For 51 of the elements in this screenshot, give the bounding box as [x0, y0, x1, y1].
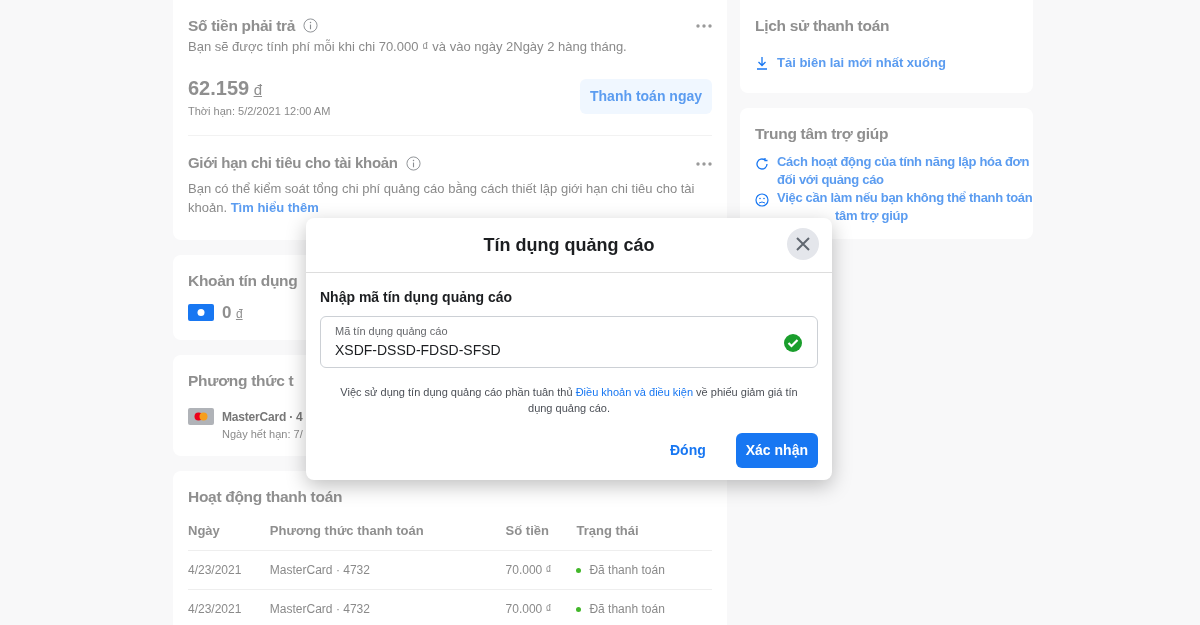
close-icon[interactable] — [787, 228, 819, 260]
help-link[interactable]: Cách hoạt động của tính năng lập hóa đơn đối với quảng cáo — [777, 153, 1031, 189]
credit-amount: 0 — [222, 303, 232, 322]
table-cell: 70.000 ₫ — [505, 563, 552, 577]
info-icon[interactable] — [303, 18, 319, 34]
currency-symbol: đ — [235, 307, 243, 321]
more-menu-icon[interactable] — [696, 23, 712, 28]
download-receipt-link[interactable]: Tải biên lai mới nhất xuống — [777, 53, 946, 73]
credit-code-field[interactable]: Mã tín dụng quảng cáo XSDF-DSSD-FDSD-SFSD — [320, 316, 818, 368]
billing-description: Bạn sẽ được tính phí mỗi khi chi 70.000 ₫ và vào ngày 2Ngày 2 hàng tháng. — [188, 38, 628, 57]
sad-face-icon — [755, 193, 769, 207]
info-icon[interactable] — [405, 156, 421, 171]
close-button[interactable]: Đóng — [664, 438, 712, 462]
terms-note: Việc sử dụng tín dụng quảng cáo phần tuân thủ Điều khoản và điều kiện về phiếu giảm giá tín dụng quảng cáo. — [339, 384, 799, 416]
dialog-title: Tín dụng quảng cáo — [483, 235, 655, 255]
currency-symbol: đ — [253, 80, 262, 98]
card-title: Số tiền phải trả — [188, 16, 296, 36]
column-header[interactable]: Trạng thái — [576, 522, 639, 538]
card-name: MasterCard · 4 — [222, 408, 303, 426]
help-link[interactable]: Việc cần làm nếu bạn không thể thanh toán — [777, 189, 1033, 207]
table-cell: MasterCard · 4732 — [269, 602, 370, 616]
help-link[interactable]: tâm trợ giúp — [835, 207, 908, 225]
table-cell: 4/23/2021 — [188, 563, 242, 577]
card-title: Phương thức t — [188, 370, 294, 391]
pay-now-button[interactable]: Thanh toán ngay — [580, 78, 712, 114]
confirm-button[interactable]: Xác nhận — [735, 432, 818, 468]
status-text: Đã thanh toán — [589, 563, 665, 577]
refresh-icon — [755, 157, 769, 171]
card-title: Khoản tín dụng — [188, 270, 298, 291]
card-title: Lịch sử thanh toán — [755, 16, 890, 36]
card-expiry: Ngày hết hạn: 7/ — [222, 426, 303, 442]
learn-more-link[interactable]: Tìm hiểu thêm — [230, 200, 319, 216]
terms-link[interactable]: Điều khoản và điều kiện — [575, 385, 694, 398]
spending-limit-description: Bạn có thể kiểm soát tổng chi phí quảng cáo bằng cách thiết lập giới hạn chi tiêu cho tài khoản. Tìm hiểu thêm — [188, 179, 696, 218]
due-date: Thời hạn: 5/2/2021 12:00 AM — [188, 103, 331, 119]
column-header[interactable]: Ngày — [188, 522, 220, 538]
column-header[interactable]: Phương thức thanh toán — [269, 522, 424, 538]
amount-due: 62.159 — [188, 76, 250, 99]
more-menu-icon[interactable] — [696, 161, 712, 166]
table-cell: 4/23/2021 — [188, 602, 242, 616]
card-title: Hoạt động thanh toán — [188, 487, 343, 508]
credit-card-icon — [188, 407, 214, 425]
card-title: Giới hạn chi tiêu cho tài khoản — [188, 153, 398, 174]
coupon-icon — [188, 304, 214, 322]
table-cell: MasterCard · 4732 — [269, 563, 370, 577]
column-header[interactable]: Số tiền — [505, 522, 549, 538]
download-icon — [755, 56, 769, 70]
card-title: Trung tâm trợ giúp — [755, 123, 889, 144]
table-cell: 70.000 ₫ — [505, 602, 552, 616]
section-heading: Nhập mã tín dụng quảng cáo — [320, 288, 514, 307]
status-text: Đã thanh toán — [589, 602, 665, 616]
